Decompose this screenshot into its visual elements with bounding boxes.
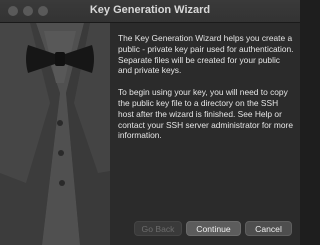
cancel-button[interactable]: Cancel bbox=[245, 221, 292, 236]
wizard-window: Key Generation Wizard The Key Generation… bbox=[0, 0, 300, 245]
title-bar: Key Generation Wizard bbox=[0, 0, 300, 23]
intro-paragraph: The Key Generation Wizard helps you crea… bbox=[118, 33, 294, 76]
continue-button[interactable]: Continue bbox=[186, 221, 241, 236]
window-title: Key Generation Wizard bbox=[89, 4, 211, 16]
tuxedo-bowtie-icon bbox=[0, 23, 110, 245]
go-back-button[interactable]: Go Back bbox=[134, 221, 182, 236]
wizard-description: The Key Generation Wizard helps you crea… bbox=[118, 33, 294, 152]
instructions-paragraph: To begin using your key, you will need t… bbox=[118, 87, 294, 141]
